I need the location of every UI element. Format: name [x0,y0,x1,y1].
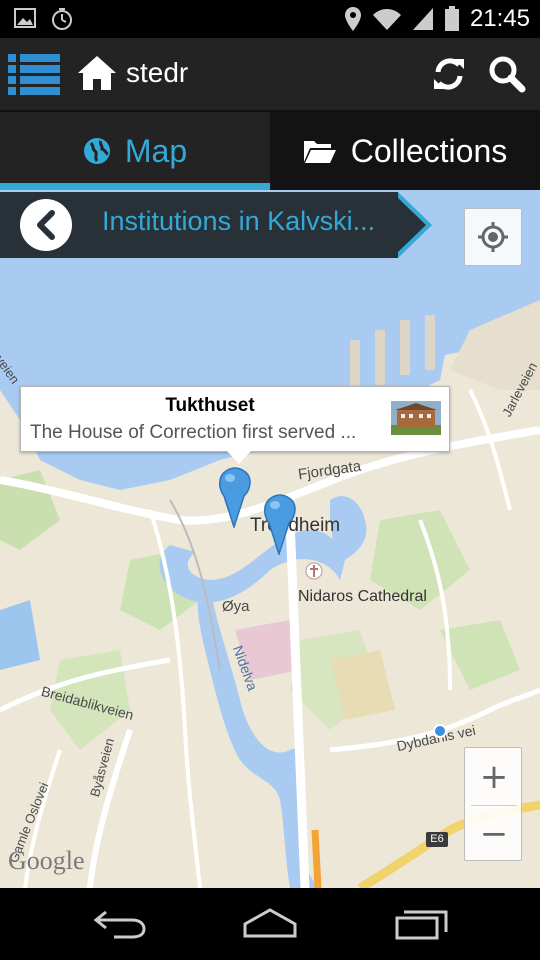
home-icon[interactable] [76,54,118,92]
search-icon[interactable] [488,55,526,93]
tab-map[interactable]: Map [0,112,270,190]
back-nav-icon[interactable] [92,906,148,940]
signal-icon [412,8,433,30]
breadcrumb-bar: Institutions in Kalvski... [0,192,432,258]
info-window-description: The House of Correction first served ... [30,422,357,443]
clock-time: 21:45 [469,5,530,32]
current-location-dot [433,724,447,738]
wifi-icon [372,9,401,30]
label-oya: Øya [222,598,250,615]
crosshair-icon [478,222,508,252]
home-nav-icon[interactable] [242,906,298,940]
menu-list-icon[interactable] [6,51,62,97]
route-badge-e6: E6 [426,832,448,847]
tab-collections-label: Collections [350,132,508,169]
back-button[interactable] [20,199,72,251]
globe-icon [83,138,110,164]
battery-icon [444,6,459,31]
zoom-in-button[interactable]: + [465,748,523,805]
tab-bar: Map Collections [0,112,540,190]
chevron-left-icon [37,210,55,240]
status-bar: 21:45 [0,0,540,38]
map-view[interactable]: Institutions in Kalvski... Fjordgata Tro… [0,190,540,888]
tab-collections[interactable]: Collections [270,112,540,190]
zoom-control: + − [464,747,522,861]
folder-icon [303,141,336,163]
refresh-icon[interactable] [430,55,468,93]
my-location-button[interactable] [464,208,522,266]
clock-notification-icon [52,8,72,30]
zoom-out-button[interactable]: − [465,805,523,862]
breadcrumb-title: Institutions in Kalvski... [102,206,376,236]
app-title: stedr [126,57,189,88]
google-attribution: Google [8,846,85,875]
map-marker-institution[interactable] [261,493,297,555]
label-nidaros-cathedral: Nidaros Cathedral [298,588,427,605]
image-notification-icon [14,8,36,28]
church-icon [305,562,323,580]
recents-nav-icon[interactable] [394,906,450,940]
navigation-bar [0,888,540,960]
marker-info-window[interactable]: Tukthuset The House of Correction first … [20,386,450,464]
building-thumbnail-image [391,401,441,435]
action-bar: stedr [0,38,540,112]
location-icon [344,7,361,31]
tab-map-label: Map [124,132,188,169]
map-marker-tukthuset[interactable] [216,466,252,528]
info-window-title: Tukthuset [165,395,255,416]
